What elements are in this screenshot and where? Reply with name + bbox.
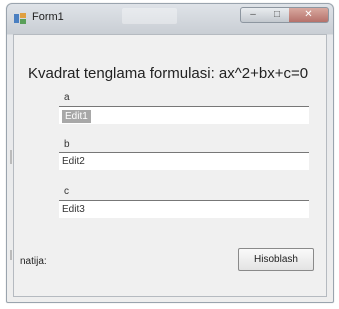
minimize-button[interactable]: –: [240, 7, 266, 23]
maximize-button[interactable]: □: [265, 7, 290, 23]
edit-a-input[interactable]: [59, 106, 309, 124]
window-title: Form1: [32, 11, 64, 23]
field-c-label: c: [64, 186, 69, 197]
edit-c-input[interactable]: [59, 200, 309, 218]
edit-a-selected-text: Edit1: [62, 110, 91, 123]
field-b-label: b: [64, 139, 70, 150]
window-edge-mark: [10, 150, 12, 164]
edit-b-input[interactable]: [59, 152, 309, 170]
close-button[interactable]: ✕: [289, 7, 329, 23]
result-label: natija:: [20, 256, 47, 267]
title-bar[interactable]: Form1 – □ ✕: [7, 4, 333, 35]
field-a-label: a: [64, 92, 70, 103]
window-edge-mark: [10, 250, 12, 260]
calculate-button[interactable]: Hisoblash: [238, 248, 314, 271]
formula-label: Kvadrat tenglama formulasi: ax^2+bx+c=0: [28, 65, 309, 82]
title-glare: [122, 8, 177, 24]
app-icon: [14, 13, 26, 24]
